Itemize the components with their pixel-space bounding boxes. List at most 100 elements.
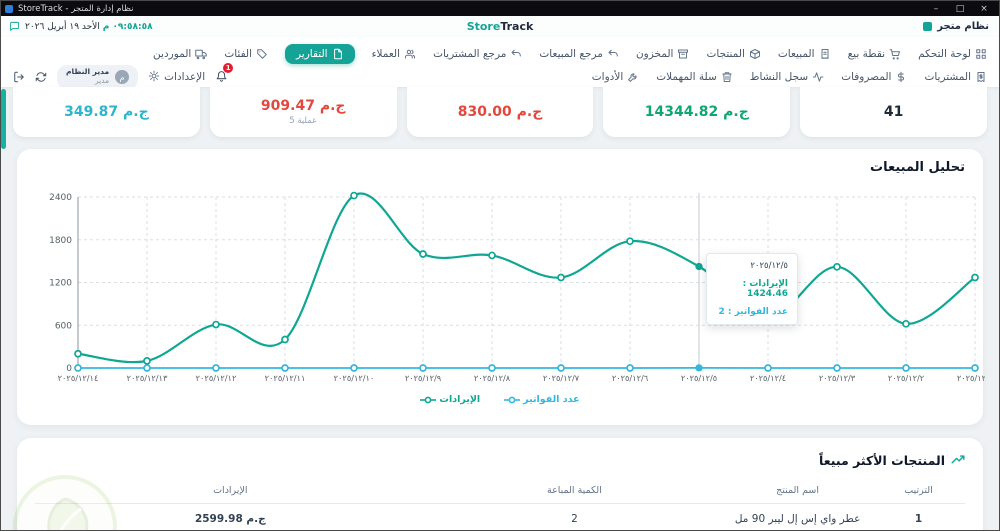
legend-item[interactable]: عدد الفواتير bbox=[504, 394, 580, 405]
nav-item-label: الفئات bbox=[224, 48, 252, 60]
stat-card: 349.87 ج.م bbox=[13, 87, 200, 137]
trash-icon bbox=[721, 71, 733, 83]
svg-text:٢٠٢٥/١٢/٦: ٢٠٢٥/١٢/٦ bbox=[612, 373, 649, 383]
main-navbar: لوحة التحكم نقطة بيع المبيعات المنتجات المخز… bbox=[1, 37, 999, 89]
svg-text:٢٠٢٥/١٢/٨: ٢٠٢٥/١٢/٨ bbox=[474, 373, 511, 383]
current-date: الأحد ١٩ أبريل ٢٠٢٦ bbox=[25, 21, 100, 32]
datetime-group: ٠٩:٥٨:٥٨ م الأحد ١٩ أبريل ٢٠٢٦ bbox=[9, 16, 153, 37]
svg-text:٢٠٢٥/١٢/١٢: ٢٠٢٥/١٢/١٢ bbox=[196, 373, 237, 383]
table-header-cell: الكمية المباعة bbox=[547, 485, 602, 496]
wrench-icon bbox=[627, 71, 639, 83]
refresh-button[interactable] bbox=[35, 71, 47, 83]
stat-card-subtext: 5 عملية bbox=[289, 116, 318, 126]
top-products-card: المنتجات الأكثر مبيعاً الترتيب اسم المنتج… bbox=[17, 438, 983, 530]
current-time: ٠٩:٥٨:٥٨ م bbox=[102, 21, 153, 32]
nav-item-label: مرجع المبيعات bbox=[539, 48, 603, 60]
nav-item-categories[interactable]: الفئات bbox=[224, 48, 268, 60]
legend-marker-icon bbox=[420, 396, 437, 404]
svg-text:٢٠٢٥/١٢/٣: ٢٠٢٥/١٢/٣ bbox=[819, 373, 856, 383]
nav-item-reports[interactable]: التقارير bbox=[285, 44, 355, 64]
tooltip-revenue: الإيرادات : 1424.46 bbox=[742, 279, 788, 299]
stat-card-value: 41 bbox=[883, 104, 904, 120]
nav-item-trash[interactable]: سلة المهملات bbox=[656, 71, 733, 83]
cart-icon bbox=[889, 48, 901, 60]
svg-text:600: 600 bbox=[55, 321, 72, 331]
legend-label: عدد الفواتير bbox=[523, 394, 580, 405]
stat-cards-row: 41 14344.82 ج.م 830.00 ج.م 909.47 ج.م 5 عملي… bbox=[13, 87, 987, 137]
receipt-icon bbox=[819, 48, 831, 60]
archive-icon bbox=[677, 48, 689, 60]
stat-card: 830.00 ج.م bbox=[406, 87, 594, 137]
stat-card: 14344.82 ج.م bbox=[603, 87, 791, 137]
report-icon bbox=[332, 48, 344, 60]
logout-button[interactable] bbox=[13, 71, 25, 83]
nav-item-purchases[interactable]: المشتريات bbox=[924, 71, 987, 83]
nav-item-sales-returns[interactable]: مرجع المبيعات bbox=[539, 48, 619, 60]
table-header-row: الترتيب اسم المنتج الكمية المباعة الإيرادات bbox=[35, 478, 965, 504]
nav-item-customers[interactable]: العملاء bbox=[372, 48, 416, 60]
notification-badge: 1 bbox=[223, 62, 234, 73]
svg-text:1200: 1200 bbox=[49, 279, 72, 289]
svg-text:1800: 1800 bbox=[49, 236, 72, 246]
truck-icon bbox=[195, 48, 208, 60]
nav-item-label: المخزون bbox=[635, 48, 674, 60]
legend-item[interactable]: الإيرادات bbox=[420, 394, 480, 405]
nav-item-label: مرجع المشتريات bbox=[433, 48, 507, 60]
window-title: StoreTrack - نظام إدارة المتجر bbox=[18, 3, 134, 14]
nav-item-pos[interactable]: نقطة بيع bbox=[848, 48, 902, 60]
users-icon bbox=[404, 48, 416, 60]
table-header-cell: الترتيب bbox=[904, 485, 933, 496]
svg-text:٢٠٢٥/١٢/٢: ٢٠٢٥/١٢/٢ bbox=[888, 373, 925, 383]
nav-item-purchase-returns[interactable]: مرجع المشتريات bbox=[433, 48, 522, 60]
chart-title: تحليل المبيعات bbox=[870, 160, 965, 175]
app-window: StoreTrack - نظام إدارة المتجر – □ × نظا… bbox=[0, 0, 1000, 531]
stat-card: 909.47 ج.م 5 عملية bbox=[209, 87, 397, 137]
avatar: م bbox=[115, 70, 130, 84]
svg-text:٢٠٢٥/١٢/٥: ٢٠٢٥/١٢/٥ bbox=[681, 373, 717, 383]
nav-item-label: التقارير bbox=[296, 48, 328, 60]
purchase-icon bbox=[975, 71, 987, 83]
stat-card: 41 bbox=[800, 87, 987, 137]
tooltip-invoices: عدد الفواتير : 2 bbox=[718, 307, 788, 317]
settings-button[interactable]: الإعدادات bbox=[148, 70, 205, 85]
nav-item-products[interactable]: المنتجات bbox=[706, 48, 760, 60]
svg-text:٢٠٢٥/١٢/١: ٢٠٢٥/١٢/١ bbox=[957, 373, 985, 383]
return-icon bbox=[510, 48, 522, 60]
minimize-button[interactable]: – bbox=[925, 2, 947, 16]
tooltip-date: ٢٠٢٥/١٢/٥ bbox=[750, 261, 788, 271]
nav-item-sales[interactable]: المبيعات bbox=[778, 48, 831, 60]
svg-text:٢٠٢٥/١٢/٩: ٢٠٢٥/١٢/٩ bbox=[405, 373, 442, 383]
user-role: مدير bbox=[94, 76, 110, 85]
table-cell-qty: 2 bbox=[571, 513, 578, 525]
table-row[interactable]: 1 عطر واي إس إل ليبر 90 مل 2 2599.98 ج.م bbox=[35, 504, 965, 530]
nav-item-suppliers[interactable]: الموردين bbox=[153, 48, 208, 60]
nav-item-tools[interactable]: الأدوات bbox=[592, 71, 639, 83]
nav-item-expenses[interactable]: المصروفات bbox=[841, 71, 907, 83]
user-chip[interactable]: م مدير النظام مدير bbox=[57, 65, 139, 89]
nav-item-label: المصروفات bbox=[841, 71, 892, 83]
app-header: نظام متجر Store Track ٠٩:٥٨:٥٨ م الأحد ١٩… bbox=[1, 16, 999, 38]
nav-item-label: المشتريات bbox=[924, 71, 971, 83]
top-products-table: الترتيب اسم المنتج الكمية المباعة الإيرادات… bbox=[35, 478, 965, 530]
notifications-button[interactable]: 1 bbox=[215, 62, 234, 87]
nav-item-label: المنتجات bbox=[706, 48, 745, 60]
scrollbar-thumb[interactable] bbox=[1, 89, 6, 149]
close-button[interactable]: × bbox=[973, 2, 995, 16]
nav-item-label: العملاء bbox=[371, 48, 401, 60]
stat-card-value: 349.87 ج.م bbox=[64, 104, 149, 120]
trend-up-icon bbox=[951, 451, 965, 470]
legend-label: الإيرادات bbox=[439, 394, 481, 405]
dollar-icon bbox=[895, 71, 907, 83]
nav-item-dashboard[interactable]: لوحة التحكم bbox=[918, 48, 987, 60]
nav-item-label: الموردين bbox=[153, 48, 192, 60]
top-products-title: المنتجات الأكثر مبيعاً bbox=[819, 453, 945, 468]
maximize-button[interactable]: □ bbox=[949, 2, 971, 16]
grid-icon bbox=[975, 48, 987, 60]
nav-item-inventory[interactable]: المخزون bbox=[636, 48, 690, 60]
window-title-group: StoreTrack - نظام إدارة المتجر bbox=[5, 4, 137, 14]
svg-text:٢٠٢٥/١٢/١١: ٢٠٢٥/١٢/١١ bbox=[265, 373, 306, 383]
table-cell-revenue: 2599.98 ج.م bbox=[194, 513, 266, 525]
svg-text:٢٠٢٥/١٢/١٣: ٢٠٢٥/١٢/١٣ bbox=[127, 373, 168, 383]
top-products-header: المنتجات الأكثر مبيعاً bbox=[17, 438, 983, 478]
nav-item-activity-log[interactable]: سجل النشاط bbox=[750, 71, 824, 83]
